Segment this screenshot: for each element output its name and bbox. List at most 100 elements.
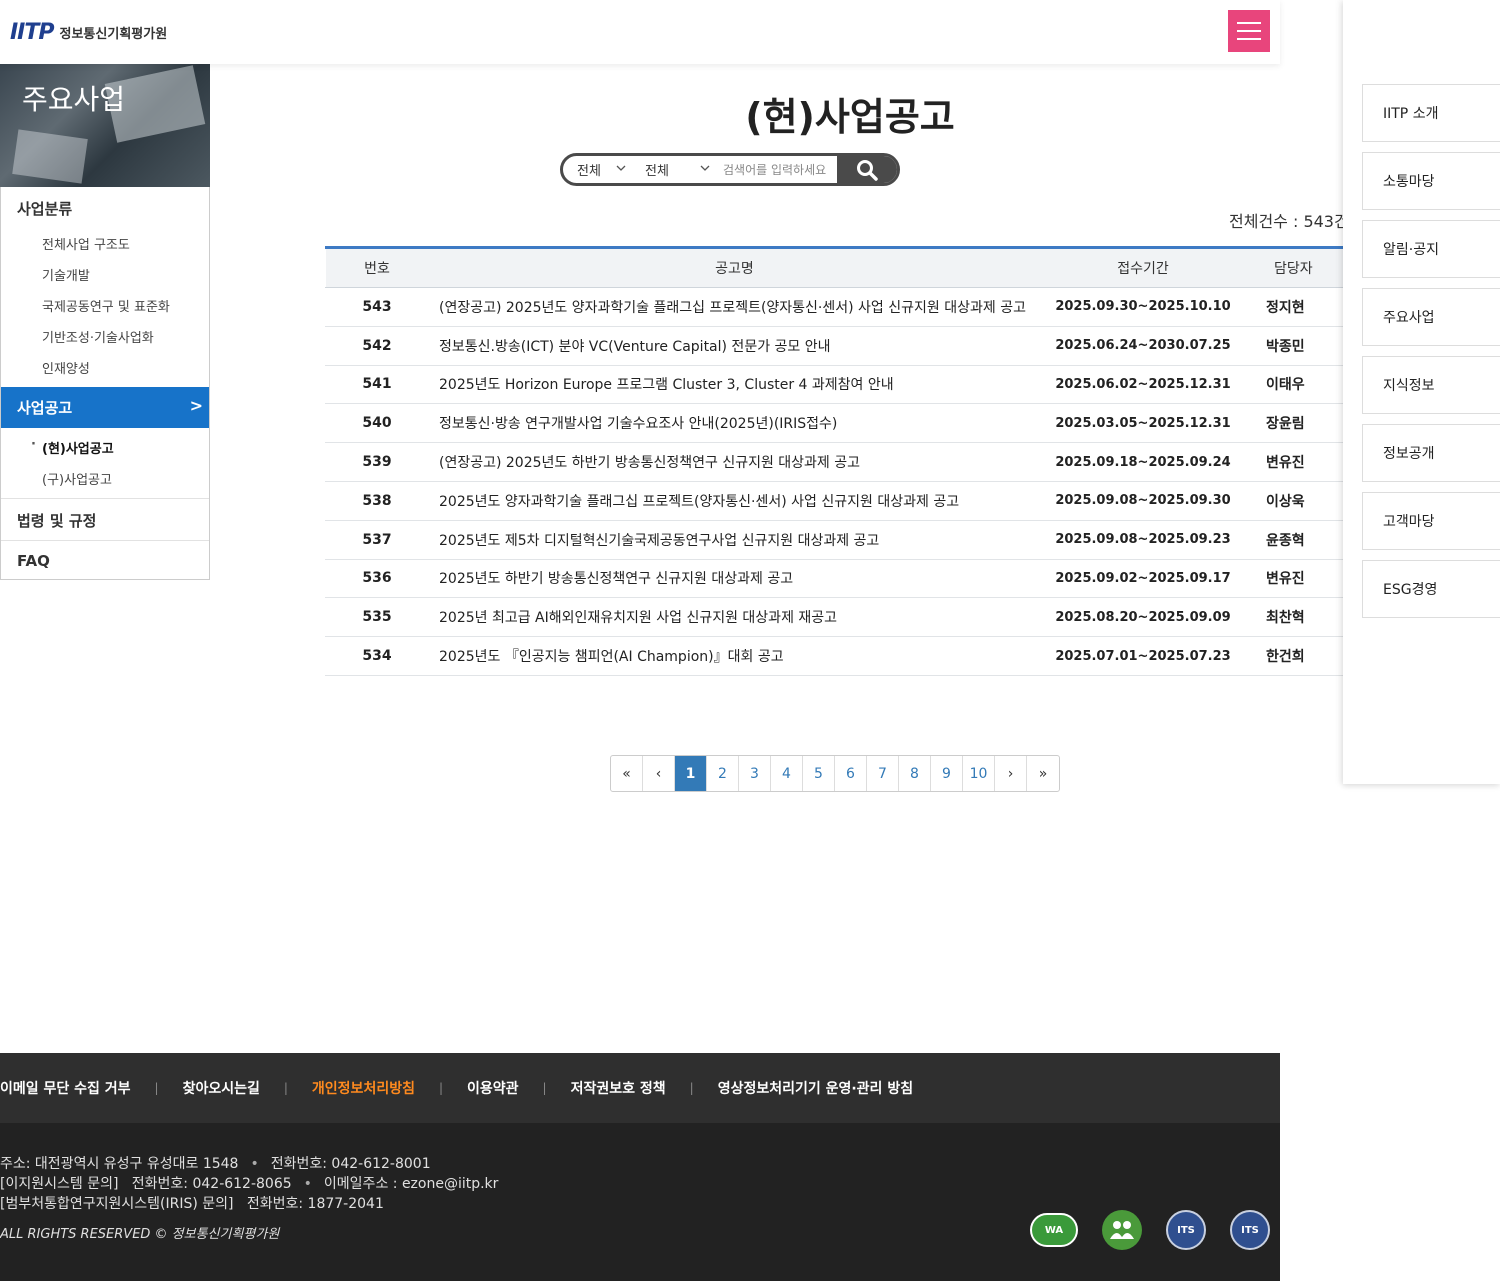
- footer-link-directions[interactable]: 찾아오시는길: [183, 1078, 260, 1098]
- page-1-button[interactable]: 1: [675, 756, 707, 791]
- last-page-button[interactable]: »: [1027, 756, 1059, 791]
- table-row[interactable]: 534 2025년도 『인공지능 챔피언(AI Champion)』대회 공고 20…: [325, 636, 1344, 676]
- page-9-button[interactable]: 9: [931, 756, 963, 791]
- lnb-item-current-announcements[interactable]: (현)사업공고: [1, 432, 209, 463]
- right-menu-item-notice[interactable]: 알림·공지: [1362, 220, 1500, 278]
- hamburger-menu-button[interactable]: [1228, 10, 1270, 52]
- logo-mark: IITP: [10, 20, 55, 45]
- right-menu-item-communication[interactable]: 소통마당: [1362, 152, 1500, 210]
- lnb-item[interactable]: 기술개발: [1, 259, 209, 290]
- row-manager: 최찬혁: [1245, 597, 1344, 638]
- chevron-down-icon: [615, 162, 627, 177]
- row-number: 536: [325, 559, 429, 599]
- row-manager: 장윤림: [1245, 403, 1344, 444]
- row-title-link[interactable]: 2025년도 제5차 디지털혁신기술국제공동연구사업 신규지원 대상과제 공고: [428, 520, 1041, 560]
- chevron-down-icon: [699, 162, 711, 177]
- footer-link-copyright-policy[interactable]: 저작권보호 정책: [571, 1078, 666, 1098]
- row-manager: 이태우: [1245, 365, 1344, 405]
- right-menu-item-esg[interactable]: ESG경영: [1362, 560, 1500, 618]
- page-7-button[interactable]: 7: [867, 756, 899, 791]
- chevron-right-icon: >: [189, 396, 203, 415]
- row-number: 541: [325, 365, 429, 405]
- sidebar-banner-title: 주요사업: [22, 83, 126, 116]
- row-title-link[interactable]: 정보통신.방송(ICT) 분야 VC(Venture Capital) 전문가 …: [428, 326, 1041, 366]
- lnb-active-label: 사업공고: [17, 399, 73, 417]
- page-6-button[interactable]: 6: [835, 756, 867, 791]
- hamburger-icon: [1237, 22, 1261, 24]
- row-number: 537: [325, 520, 429, 560]
- page-title: (현)사업공고: [745, 95, 955, 139]
- lnb-item-past-announcements[interactable]: (구)사업공고: [1, 463, 209, 494]
- lnb-item[interactable]: 국제공동연구 및 표준화: [1, 290, 209, 321]
- row-period: 2025.03.05~2025.12.31: [1040, 403, 1246, 444]
- web-accessibility-badge-icon: WA: [1030, 1213, 1078, 1247]
- prev-page-button[interactable]: ‹: [643, 756, 675, 791]
- column-header-period: 접수기간: [1040, 247, 1246, 288]
- row-title-link[interactable]: 2025년도 하반기 방송통신정책연구 신규지원 대상과제 공고: [428, 559, 1041, 599]
- announcement-table: 번호 공고명 접수기간 담당자 543 (연장공고) 2025년도 양자과학기술 …: [325, 246, 1344, 676]
- lnb-group-regulations[interactable]: 법령 및 규정: [1, 499, 209, 540]
- footer-iris-label: [범부처통합연구지원시스템(IRIS) 문의]: [0, 1196, 234, 1212]
- page-3-button[interactable]: 3: [739, 756, 771, 791]
- search-field-select[interactable]: 전체: [633, 156, 717, 183]
- first-page-button[interactable]: «: [611, 756, 643, 791]
- row-title-link[interactable]: (연장공고) 2025년도 양자과학기술 플래그십 프로젝트(양자통신·센서) …: [428, 287, 1041, 327]
- row-title-link[interactable]: 2025년도 『인공지능 챔피언(AI Champion)』대회 공고: [428, 636, 1041, 676]
- row-title-link[interactable]: 정보통신·방송 연구개발사업 기술수요조사 안내(2025년)(IRIS접수): [428, 403, 1041, 444]
- right-menu-item-knowledge[interactable]: 지식정보: [1362, 356, 1500, 414]
- row-number: 543: [325, 287, 429, 327]
- table-row[interactable]: 543 (연장공고) 2025년도 양자과학기술 플래그십 프로젝트(양자통신·센…: [325, 287, 1344, 327]
- its-certification-badge-icon: ITS: [1166, 1210, 1206, 1250]
- footer-link-terms[interactable]: 이용약관: [467, 1078, 519, 1098]
- footer-link-email-refusal[interactable]: 이메일 무단 수집 거부: [0, 1078, 131, 1098]
- row-number: 542: [325, 326, 429, 366]
- row-manager: 이상욱: [1245, 481, 1344, 521]
- search-category-select[interactable]: 전체: [563, 156, 633, 183]
- page-8-button[interactable]: 8: [899, 756, 931, 791]
- search-input[interactable]: [717, 156, 837, 183]
- row-title-link[interactable]: 2025년 최고급 AI해외인재유치지원 사업 신규지원 대상과제 재공고: [428, 597, 1041, 638]
- site-logo[interactable]: IITP 정보통신기획평가원: [10, 20, 167, 45]
- page-4-button[interactable]: 4: [771, 756, 803, 791]
- table-row[interactable]: 542 정보통신.방송(ICT) 분야 VC(Venture Capital) 전…: [325, 326, 1344, 366]
- footer-link-privacy[interactable]: 개인정보처리방침: [312, 1078, 415, 1098]
- row-period: 2025.09.08~2025.09.23: [1040, 520, 1246, 560]
- next-page-button[interactable]: ›: [995, 756, 1027, 791]
- table-row[interactable]: 535 2025년 최고급 AI해외인재유치지원 사업 신규지원 대상과제 재공고…: [325, 597, 1344, 638]
- row-period: 2025.09.30~2025.10.10: [1040, 287, 1246, 327]
- footer-info: 주소: 대전광역시 유성구 유성대로 1548 • 전화번호: 042-612-80…: [0, 1123, 1280, 1281]
- table-row[interactable]: 541 2025년도 Horizon Europe 프로그램 Cluster 3,…: [325, 365, 1344, 405]
- right-menu-panel: IITP 소개 소통마당 알림·공지 주요사업 지식정보 정보공개 고객마당 E…: [1343, 0, 1500, 784]
- right-menu-item-business[interactable]: 주요사업: [1362, 288, 1500, 346]
- lnb-item[interactable]: 인재양성: [1, 352, 209, 383]
- row-title-link[interactable]: 2025년도 양자과학기술 플래그십 프로젝트(양자통신·센서) 사업 신규지원…: [428, 481, 1041, 521]
- footer-ezone-email: 이메일주소 : ezone@iitp.kr: [323, 1176, 499, 1192]
- table-row[interactable]: 540 정보통신·방송 연구개발사업 기술수요조사 안내(2025년)(IRIS접…: [325, 403, 1344, 444]
- table-row[interactable]: 539 (연장공고) 2025년도 하반기 방송통신정책연구 신규지원 대상과제 …: [325, 442, 1344, 482]
- row-title-link[interactable]: (연장공고) 2025년도 하반기 방송통신정책연구 신규지원 대상과제 공고: [428, 442, 1041, 482]
- pagination: « ‹ 1 2 3 4 5 6 7 8 9 10 › »: [610, 755, 1060, 792]
- footer-link-cctv-policy[interactable]: 영상정보처리기기 운영·관리 방침: [718, 1078, 913, 1098]
- page-2-button[interactable]: 2: [707, 756, 739, 791]
- table-row[interactable]: 537 2025년도 제5차 디지털혁신기술국제공동연구사업 신규지원 대상과제 …: [325, 520, 1344, 560]
- table-row[interactable]: 538 2025년도 양자과학기술 플래그십 프로젝트(양자통신·센서) 사업 신…: [325, 481, 1344, 521]
- row-title-link[interactable]: 2025년도 Horizon Europe 프로그램 Cluster 3, Cl…: [428, 365, 1041, 405]
- lnb-group-faq[interactable]: FAQ: [1, 541, 209, 579]
- row-manager: 윤종혁: [1245, 520, 1344, 560]
- right-menu-item-about[interactable]: IITP 소개: [1362, 84, 1500, 142]
- lnb-group-business-category[interactable]: 사업분류: [1, 187, 209, 228]
- right-menu-item-customer[interactable]: 고객마당: [1362, 492, 1500, 550]
- table-row[interactable]: 536 2025년도 하반기 방송통신정책연구 신규지원 대상과제 공고 2025.…: [325, 559, 1344, 599]
- row-period: 2025.09.18~2025.09.24: [1040, 442, 1246, 482]
- page-10-button[interactable]: 10: [963, 756, 995, 791]
- lnb-item[interactable]: 기반조성·기술사업화: [1, 321, 209, 352]
- left-navigation: 사업분류 전체사업 구조도 기술개발 국제공동연구 및 표준화 기반조성·기술사…: [0, 187, 210, 580]
- lnb-group-announcements[interactable]: 사업공고 >: [1, 387, 209, 428]
- right-menu-item-disclosure[interactable]: 정보공개: [1362, 424, 1500, 482]
- row-number: 540: [325, 403, 429, 444]
- page-5-button[interactable]: 5: [803, 756, 835, 791]
- search-button[interactable]: [837, 156, 897, 183]
- lnb-item[interactable]: 전체사업 구조도: [1, 228, 209, 259]
- footer-links-bar: 이메일 무단 수집 거부 | 찾아오시는길 | 개인정보처리방침 | 이용약관 …: [0, 1053, 1280, 1123]
- sidebar-banner: 주요사업: [0, 64, 210, 187]
